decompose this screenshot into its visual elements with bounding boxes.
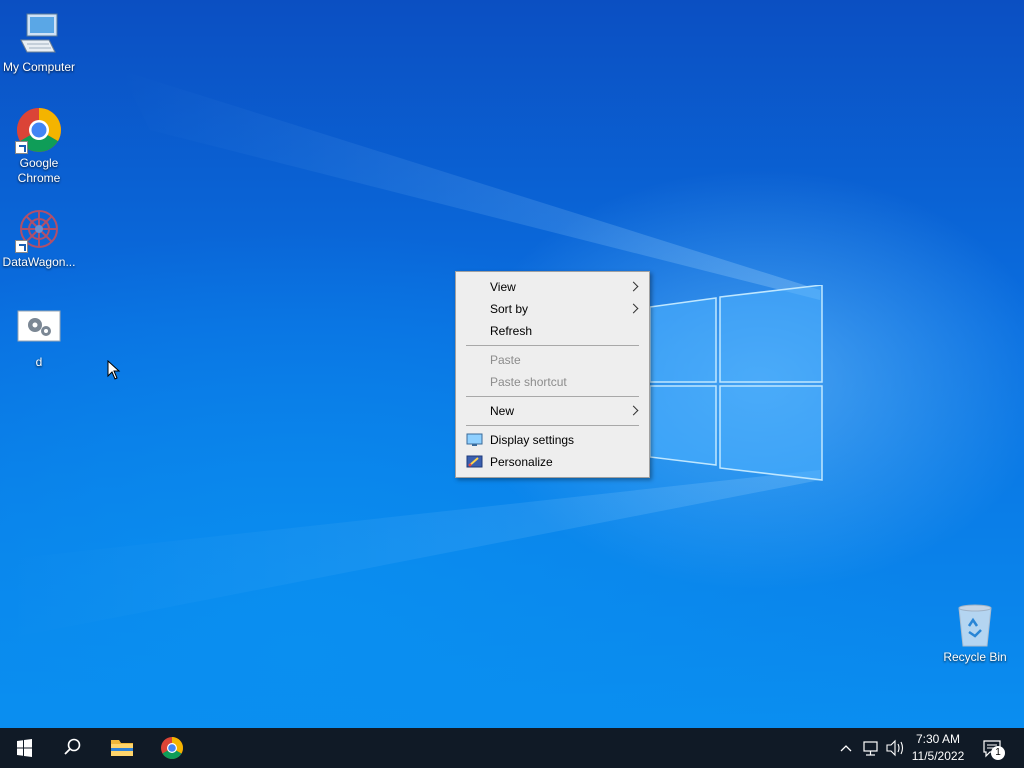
- mouse-cursor-icon: [107, 360, 121, 380]
- menu-item-paste[interactable]: Paste: [458, 349, 647, 371]
- desktop-icon-label: Recycle Bin: [943, 650, 1007, 664]
- menu-separator: [466, 345, 639, 346]
- menu-item-label: Sort by: [490, 302, 529, 316]
- desktop-icon-my-computer[interactable]: My Computer: [0, 10, 78, 75]
- desktop-icon-recycle-bin[interactable]: Recycle Bin: [936, 600, 1014, 665]
- tray-volume[interactable]: [884, 728, 906, 768]
- menu-item-label: Paste shortcut: [490, 375, 567, 389]
- clock-time: 7:30 AM: [915, 732, 961, 746]
- menu-item-sort-by[interactable]: Sort by: [458, 298, 647, 320]
- chrome-icon: [15, 106, 63, 154]
- menu-item-label: Paste: [490, 353, 521, 367]
- desktop-icon-label: Google Chrome: [17, 156, 61, 185]
- start-icon: [17, 739, 32, 757]
- menu-item-paste-shortcut[interactable]: Paste shortcut: [458, 371, 647, 393]
- chrome-taskbar-button[interactable]: [148, 728, 196, 768]
- computer-icon: [15, 10, 63, 58]
- menu-item-new[interactable]: New: [458, 400, 647, 422]
- desktop-icon-label: My Computer: [2, 60, 76, 74]
- tray-chevron[interactable]: [836, 728, 856, 768]
- desktop-icon-d[interactable]: d: [0, 305, 78, 370]
- tray-network[interactable]: [860, 728, 882, 768]
- desktop-icon-datawagon[interactable]: DataWagon...: [0, 205, 78, 270]
- menu-item-label: View: [490, 280, 516, 294]
- desktop-icon-google-chrome[interactable]: Google Chrome: [0, 106, 78, 186]
- network-icon: [863, 741, 878, 756]
- clock-date: 11/5/2022: [911, 749, 965, 763]
- chevron-right-icon: [628, 405, 639, 416]
- notification-count-badge: 1: [991, 746, 1005, 760]
- shortcut-arrow-icon: [15, 141, 28, 154]
- datawagon-icon: [15, 205, 63, 253]
- shortcut-arrow-icon: [15, 240, 28, 253]
- search-icon: [64, 738, 81, 755]
- file-explorer-icon: [111, 740, 133, 756]
- taskbar: 7:30 AM 11/5/2022: [0, 728, 1024, 768]
- search-button[interactable]: [48, 728, 96, 768]
- taskbar-clock[interactable]: 7:30 AM 11/5/2022: [905, 730, 971, 766]
- volume-icon: [886, 739, 904, 757]
- start-button[interactable]: [0, 728, 48, 768]
- menu-item-label: Refresh: [490, 324, 533, 338]
- windows-logo-wallpaper: [649, 285, 823, 481]
- menu-separator: [466, 396, 639, 397]
- personalize-icon: [466, 455, 483, 468]
- desktop-icon-label: d: [35, 355, 43, 369]
- menu-item-display-settings[interactable]: Display settings: [458, 429, 647, 451]
- menu-item-personalize[interactable]: Personalize: [458, 451, 647, 473]
- recycle-bin-icon: [951, 600, 999, 648]
- menu-item-label: New: [490, 404, 515, 418]
- chevron-up-icon: [840, 745, 852, 752]
- desktop[interactable]: My Computer Google Chrome DataWagon... d…: [0, 0, 1024, 728]
- menu-item-refresh[interactable]: Refresh: [458, 320, 647, 342]
- chrome-icon: [161, 737, 183, 759]
- desktop-context-menu: View Sort by Refresh Paste Paste shortcu…: [455, 271, 650, 478]
- display-icon: [466, 433, 483, 446]
- desktop-icon-label: DataWagon...: [2, 255, 76, 269]
- menu-item-label: Display settings: [490, 433, 575, 447]
- menu-separator: [466, 425, 639, 426]
- menu-item-label: Personalize: [490, 455, 553, 469]
- file-explorer-button[interactable]: [98, 728, 146, 768]
- settings-file-icon: [15, 305, 63, 353]
- chevron-right-icon: [628, 281, 639, 292]
- menu-item-view[interactable]: View: [458, 276, 647, 298]
- chevron-right-icon: [628, 303, 639, 314]
